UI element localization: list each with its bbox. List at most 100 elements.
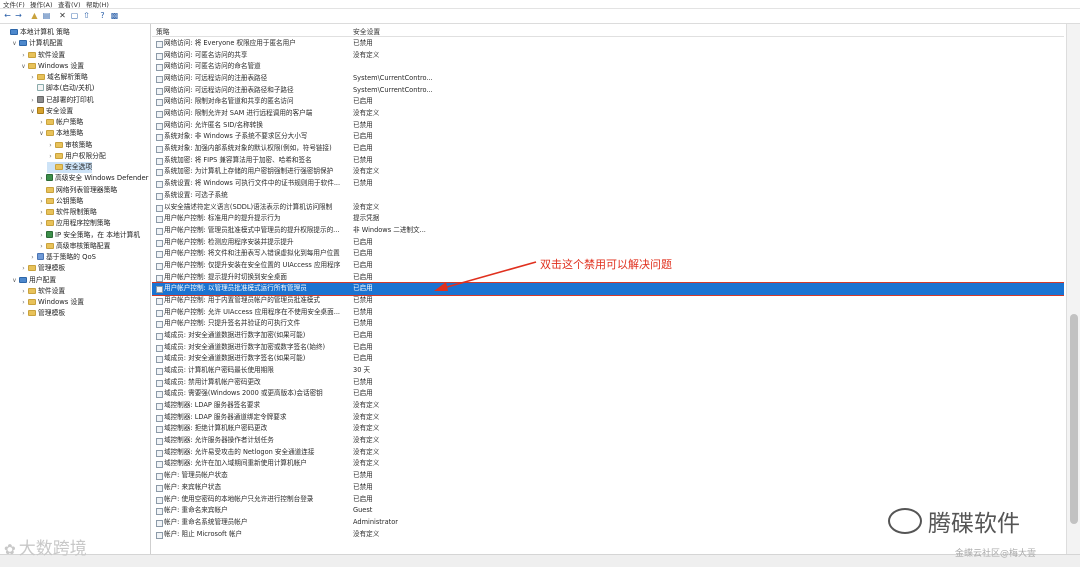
tree-item[interactable]: › Windows 设置 [20, 297, 84, 308]
policy-row[interactable]: 用户帐户控制: 允许 UIAccess 应用程序在不使用安全桌面... 已禁用 [152, 307, 1064, 318]
policy-row[interactable]: 帐户: 管理员帐户状态 已禁用 [152, 470, 1064, 481]
policy-row[interactable]: 网络访问: 可远程访问的注册表路径 System\CurrentContro... [152, 73, 1064, 84]
policy-row[interactable]: 用户帐户控制: 标准用户的提升提示行为 提示凭据 [152, 213, 1064, 224]
tree-item[interactable]: 脚本(启动/关机) [29, 83, 94, 94]
policy-row[interactable]: 用户帐户控制: 检测应用程序安装并提示提升 已启用 [152, 237, 1064, 248]
policy-row[interactable]: 系统设置: 可选子系统 [152, 190, 1064, 201]
policy-row[interactable]: 网络访问: 可匿名访问的共享 没有定义 [152, 50, 1064, 61]
column-header-policy[interactable]: 策略 [156, 26, 170, 36]
policy-row[interactable]: 域成员: 需要强(Windows 2000 或更高版本)会话密钥 已启用 [152, 388, 1064, 399]
policy-row[interactable]: 域成员: 对安全通道数据进行数字签名(如果可能) 已启用 [152, 353, 1064, 364]
delete-icon[interactable]: ✕ [58, 11, 67, 20]
expand-right-icon[interactable]: › [20, 308, 27, 319]
console-icon[interactable]: ▩ [110, 11, 119, 20]
expand-right-icon[interactable]: › [38, 117, 45, 128]
policy-row[interactable]: 域成员: 对安全通道数据进行数字加密(如果可能) 已启用 [152, 330, 1064, 341]
policy-row[interactable]: 用户帐户控制: 用于内置管理员帐户的管理员批准模式 已禁用 [152, 295, 1064, 306]
policy-row[interactable]: 网络访问: 限制允许对 SAM 进行远程调用的客户端 没有定义 [152, 108, 1064, 119]
tree-item[interactable]: ∨ Windows 设置 [20, 61, 84, 72]
policy-row[interactable]: 域成员: 禁用计算机帐户密码更改 已禁用 [152, 377, 1064, 388]
policy-row[interactable]: 网络访问: 限制对命名管道和共享的匿名访问 已启用 [152, 96, 1064, 107]
expand-right-icon[interactable]: › [38, 241, 45, 252]
expand-right-icon[interactable]: › [29, 72, 36, 83]
menu-help[interactable]: 帮助(H) [86, 0, 109, 9]
expand-right-icon[interactable]: › [38, 207, 45, 218]
expand-down-icon[interactable]: ∨ [20, 61, 27, 72]
policy-row[interactable]: 系统加密: 为计算机上存储的用户密钥强制进行强密钥保护 没有定义 [152, 166, 1064, 177]
forward-arrow-icon[interactable]: → [14, 11, 23, 20]
expand-right-icon[interactable]: › [38, 173, 45, 184]
policy-row[interactable]: 网络访问: 可远程访问的注册表路径和子路径 System\CurrentContr… [152, 85, 1064, 96]
show-tree-icon[interactable]: ▤ [42, 11, 51, 20]
properties-icon[interactable]: ▢ [70, 11, 79, 20]
policy-row[interactable]: 用户帐户控制: 只提升签名并验证的可执行文件 已禁用 [152, 318, 1064, 329]
tree-item[interactable]: ∨ 计算机配置 [11, 38, 63, 49]
tree-item[interactable]: › 高级安全 Windows Defender [38, 173, 148, 184]
expand-right-icon[interactable]: › [20, 263, 27, 274]
policy-row[interactable]: 用户帐户控制: 提示提升时切换到安全桌面 已启用 [152, 272, 1064, 283]
tree-item[interactable]: ∨ 用户配置 [11, 275, 56, 286]
policy-row[interactable]: 域成员: 计算机帐户密码最长使用期限 30 天 [152, 365, 1064, 376]
tree-item[interactable]: › 公钥策略 [38, 196, 83, 207]
vertical-scrollbar[interactable] [1066, 24, 1080, 554]
tree-item[interactable]: › 应用程序控制策略 [38, 218, 110, 229]
expand-down-icon[interactable]: ∨ [11, 275, 18, 286]
tree-item[interactable]: ∨ 本地策略 [38, 128, 83, 139]
scrollbar-thumb[interactable] [1070, 314, 1078, 524]
expand-down-icon[interactable]: ∨ [38, 128, 45, 139]
policy-row[interactable]: 域成员: 对安全通道数据进行数字加密或数字签名(始终) 已启用 [152, 342, 1064, 353]
menu-action[interactable]: 操作(A) [30, 0, 53, 9]
tree-item[interactable]: 本地计算机 策略 [2, 27, 70, 38]
policy-row[interactable]: 用户帐户控制: 管理员批准模式中管理员的提升权限提示的... 非 Windows … [152, 225, 1064, 236]
tree-item[interactable]: › 管理模板 [20, 308, 65, 319]
expand-right-icon[interactable]: › [38, 230, 45, 241]
expand-right-icon[interactable]: › [20, 50, 27, 61]
up-folder-icon[interactable]: ▲ [30, 11, 39, 20]
help-icon[interactable]: ? [98, 11, 107, 20]
expand-right-icon[interactable]: › [38, 196, 45, 207]
expand-right-icon[interactable]: › [20, 286, 27, 297]
tree-item[interactable]: › 高级审核策略配置 [38, 241, 110, 252]
tree-item[interactable]: › 软件设置 [20, 286, 65, 297]
expand-right-icon[interactable]: › [29, 95, 36, 106]
policy-row[interactable]: 网络访问: 将 Everyone 权限应用于匿名用户 已禁用 [152, 38, 1064, 49]
policy-row[interactable]: 网络访问: 可匿名访问的命名管道 [152, 61, 1064, 72]
tree-item[interactable]: › 域名解析策略 [29, 72, 87, 83]
export-icon[interactable]: ⇧ [82, 11, 91, 20]
policy-row[interactable]: 系统设置: 将 Windows 可执行文件中的证书规则用于软件... 已禁用 [152, 178, 1064, 189]
expand-right-icon[interactable]: › [29, 252, 36, 263]
tree-item[interactable]: › 已部署的打印机 [29, 95, 94, 106]
tree-item[interactable]: › 软件设置 [20, 50, 65, 61]
expand-right-icon[interactable]: › [20, 297, 27, 308]
policy-row[interactable]: 域控制器: 允许易受攻击的 Netlogon 安全通道连接 没有定义 [152, 447, 1064, 458]
tree-item[interactable]: 网络列表管理器策略 [38, 185, 117, 196]
policy-row[interactable]: 域控制器: LDAP 服务器通道绑定令牌要求 没有定义 [152, 412, 1064, 423]
tree-item[interactable]: › 帐户策略 [38, 117, 83, 128]
menu-file[interactable]: 文件(F) [3, 0, 25, 9]
column-header-setting[interactable]: 安全设置 [353, 26, 380, 36]
expand-right-icon[interactable]: › [47, 151, 54, 162]
expand-right-icon[interactable]: › [47, 140, 54, 151]
tree-item[interactable]: › 基于策略的 QoS [29, 252, 96, 263]
policy-row[interactable]: 系统加密: 将 FIPS 兼容算法用于加密、哈希和签名 已禁用 [152, 155, 1064, 166]
policy-row[interactable]: 用户帐户控制: 以管理员批准模式运行所有管理员 已启用 [152, 282, 1064, 296]
policy-row[interactable]: 系统对象: 加强内部系统对象的默认权限(例如，符号链接) 已启用 [152, 143, 1064, 154]
expand-down-icon[interactable]: ∨ [11, 38, 18, 49]
tree-item[interactable]: › IP 安全策略，在 本地计算机 [38, 230, 140, 241]
policy-row[interactable]: 域控制器: LDAP 服务器签名要求 没有定义 [152, 400, 1064, 411]
tree-item[interactable]: › 用户权限分配 [47, 151, 105, 162]
tree-item[interactable]: ∨ 安全设置 [29, 106, 73, 117]
tree-item[interactable]: › 审核策略 [47, 140, 92, 151]
policy-row[interactable]: 网络访问: 允许匿名 SID/名称转换 已禁用 [152, 120, 1064, 131]
tree-item[interactable]: › 软件限制策略 [38, 207, 96, 218]
policy-row[interactable]: 以安全描述符定义语言(SDDL)语法表示的计算机访问限制 没有定义 [152, 202, 1064, 213]
expand-down-icon[interactable]: ∨ [29, 106, 36, 117]
menu-view[interactable]: 查看(V) [58, 0, 81, 9]
tree-item[interactable]: › 管理模板 [20, 263, 65, 274]
policy-row[interactable]: 域控制器: 允许在加入域期间重新使用计算机帐户 没有定义 [152, 458, 1064, 469]
expand-right-icon[interactable]: › [38, 218, 45, 229]
back-arrow-icon[interactable]: ← [3, 11, 12, 20]
policy-row[interactable]: 域控制器: 允许服务器操作者计划任务 没有定义 [152, 435, 1064, 446]
policy-row[interactable]: 系统对象: 非 Windows 子系统不要求区分大小写 已启用 [152, 131, 1064, 142]
policy-row[interactable]: 域控制器: 拒绝计算机帐户密码更改 没有定义 [152, 423, 1064, 434]
